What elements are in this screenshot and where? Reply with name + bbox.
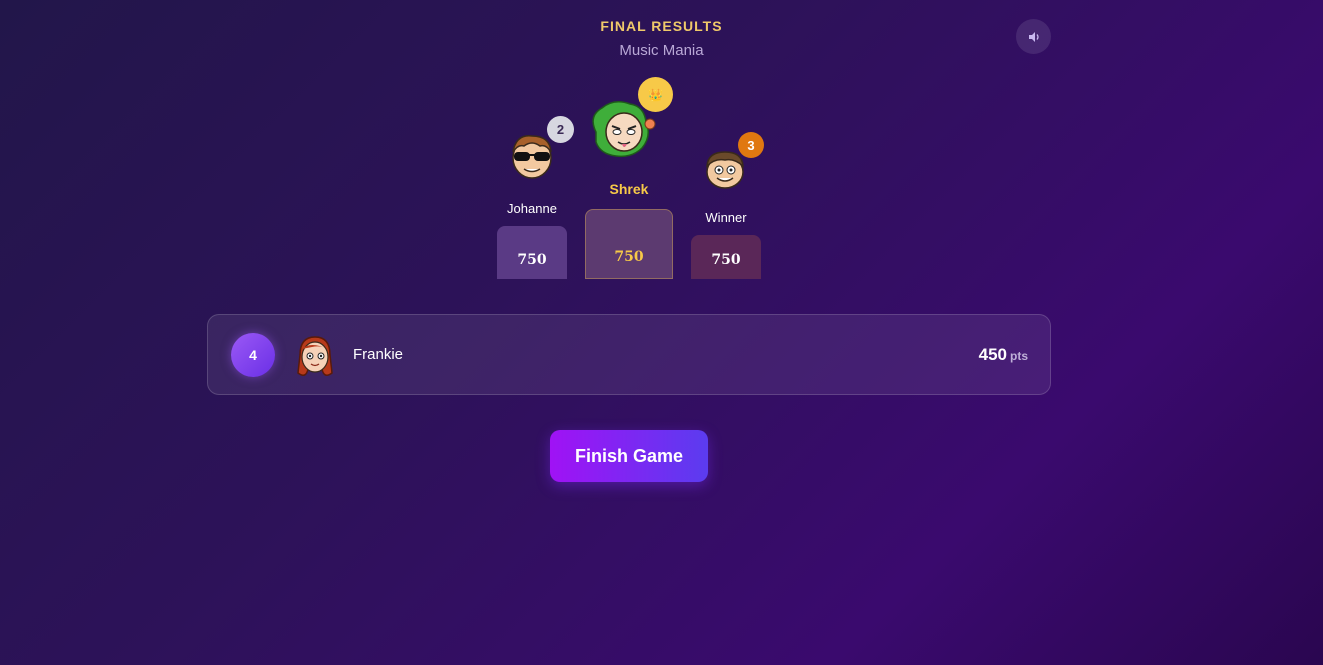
player-name: Winner (705, 210, 747, 225)
rank-badge: 👑 (638, 77, 673, 112)
page-title: FINAL RESULTS (600, 18, 723, 34)
rank-badge: 2 (547, 116, 574, 143)
crown-icon: 👑 (648, 87, 663, 102)
leaderboard-row: 4 Frankie 450 pts (207, 314, 1051, 395)
player-name: Frankie (353, 346, 404, 363)
podium-block: 750 (691, 235, 761, 279)
finish-game-button[interactable]: Finish Game (550, 430, 708, 482)
game-name: Music Mania (619, 42, 704, 59)
podium-block: 750 (497, 226, 567, 279)
rank-badge: 4 (231, 333, 275, 377)
player-score: 450 pts (979, 345, 1028, 365)
player-name: Shrek (609, 181, 649, 197)
results-header: FINAL RESULTS Music Mania (0, 18, 1323, 59)
score-value: 450 (978, 345, 1007, 364)
score-unit: pts (1010, 349, 1028, 363)
player-score: 750 (517, 252, 547, 268)
sound-toggle-button[interactable] (1016, 19, 1051, 54)
speaker-icon (1028, 31, 1039, 42)
avatar (297, 336, 333, 376)
rank-badge: 3 (738, 132, 764, 158)
player-score: 750 (711, 252, 741, 268)
player-score: 750 (614, 249, 644, 265)
